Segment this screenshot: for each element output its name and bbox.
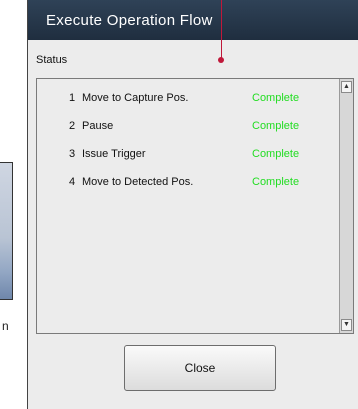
step-number: 3 <box>69 148 76 160</box>
annotation-pointer-dot <box>218 57 224 63</box>
background-thumbnail <box>0 162 13 300</box>
step-status: Complete <box>252 148 300 160</box>
step-status: Complete <box>252 176 300 188</box>
status-listbox[interactable]: 1 Move to Capture Pos. Complete 2 Pause … <box>36 78 354 334</box>
step-number: 1 <box>69 92 76 104</box>
list-item: 4 Move to Detected Pos. Complete <box>37 176 337 196</box>
step-number: 2 <box>69 120 76 132</box>
step-name: Move to Detected Pos. <box>82 176 194 188</box>
scroll-up-icon[interactable]: ▲ <box>341 81 352 93</box>
execute-operation-flow-dialog: Execute Operation Flow Status 1 Move to … <box>27 0 358 409</box>
list-item: 2 Pause Complete <box>37 120 337 140</box>
close-button[interactable]: Close <box>124 345 276 391</box>
status-label: Status <box>36 54 68 66</box>
step-name: Pause <box>82 120 114 132</box>
background-text-fragment: n <box>2 319 9 333</box>
vertical-scrollbar[interactable]: ▲ ▼ <box>339 79 353 333</box>
list-item: 3 Issue Trigger Complete <box>37 148 337 168</box>
dialog-titlebar: Execute Operation Flow <box>28 0 358 40</box>
step-name: Move to Capture Pos. <box>82 92 189 104</box>
scroll-down-icon[interactable]: ▼ <box>341 319 352 331</box>
step-status: Complete <box>252 120 300 132</box>
step-number: 4 <box>69 176 76 188</box>
step-status: Complete <box>252 92 300 104</box>
step-name: Issue Trigger <box>82 148 146 160</box>
dialog-title: Execute Operation Flow <box>46 12 213 29</box>
list-item: 1 Move to Capture Pos. Complete <box>37 92 337 112</box>
annotation-pointer-line <box>221 0 222 60</box>
